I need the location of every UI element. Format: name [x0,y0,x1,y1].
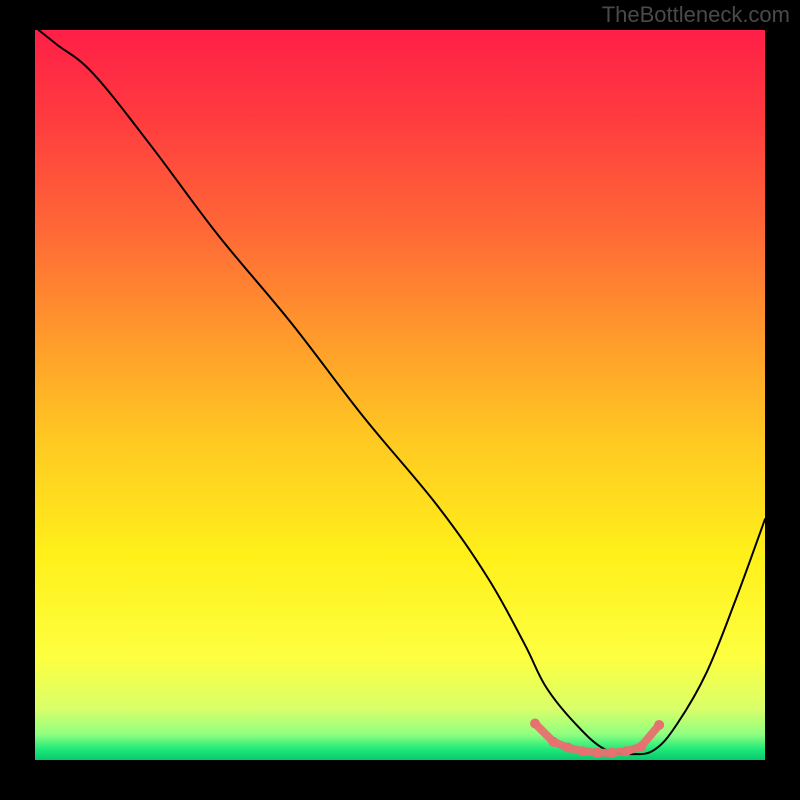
marker-dot [607,748,617,758]
chart-container: TheBottleneck.com [0,0,800,800]
marker-dot [563,743,573,753]
chart-svg [35,30,765,760]
watermark-text: TheBottleneck.com [602,2,790,28]
marker-dot [654,720,664,730]
marker-dot [530,719,540,729]
marker-dot [636,742,646,752]
chart-background [35,30,765,760]
marker-dot [578,746,588,756]
marker-dot [592,748,602,758]
plot-area [35,30,765,760]
marker-dot [621,746,631,756]
marker-dot [548,737,558,747]
